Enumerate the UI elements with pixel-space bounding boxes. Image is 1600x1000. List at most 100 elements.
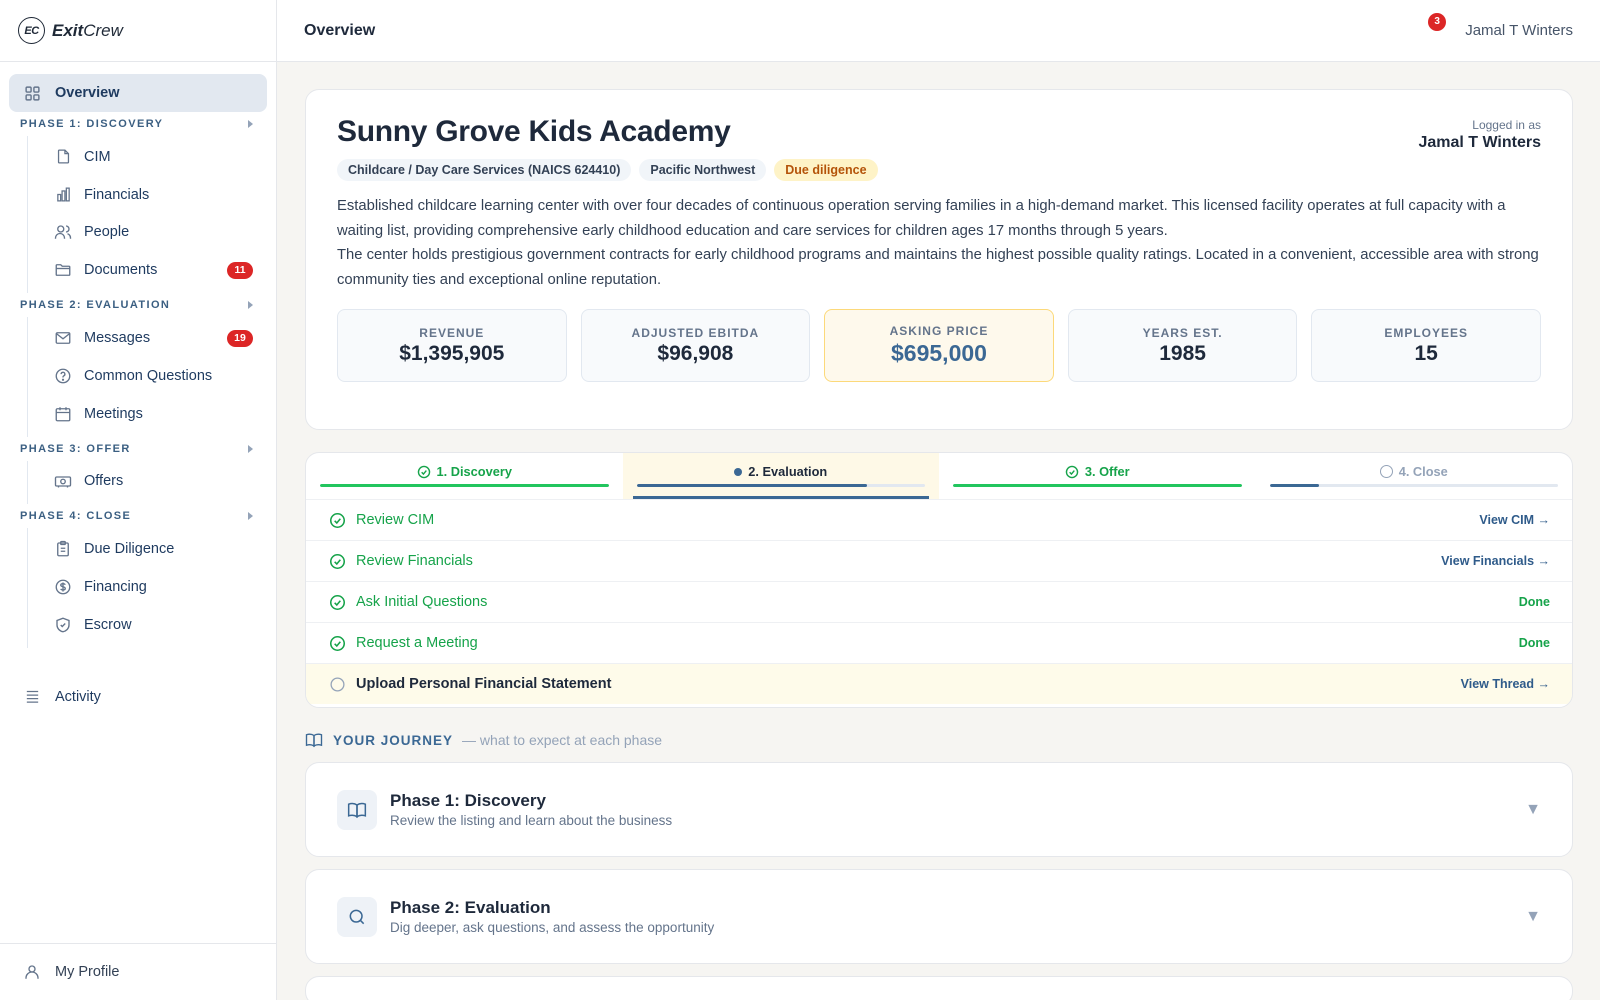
sidebar-item-messages[interactable]: Messages 19 [28, 319, 267, 357]
step-discovery[interactable]: 1. Discovery [306, 453, 623, 499]
chevron-down-icon[interactable]: ▼ [1525, 908, 1541, 926]
empty-circle-icon [1379, 465, 1393, 478]
phase-stepper: 1. Discovery 2. Evaluation 3. Offer 4. C… [306, 453, 1572, 499]
sidebar-item-label: Activity [55, 688, 101, 705]
journey-title: YOUR JOURNEY [333, 732, 454, 748]
step-evaluation[interactable]: 2. Evaluation [622, 453, 939, 499]
empty-circle-icon [328, 675, 346, 693]
sidebar-item-label: Documents [84, 262, 158, 279]
sidebar-item-my-profile[interactable]: My Profile [0, 943, 277, 1000]
question-icon [54, 367, 72, 385]
phase-accordion-evaluation[interactable]: Phase 2: Evaluation Dig deeper, ask ques… [305, 869, 1573, 964]
phase-description: Review the listing and learn about the b… [390, 813, 673, 828]
task-label: Review CIM [356, 512, 435, 528]
active-step-underline [632, 496, 929, 499]
calendar-icon [54, 405, 72, 423]
logged-in-info: Logged in as Jamal T Winters [1418, 118, 1541, 152]
stat-label: REVENUE [419, 325, 485, 340]
sidebar-item-label: Due Diligence [84, 541, 175, 558]
phase-4-title: PHASE 4: CLOSE [20, 510, 132, 523]
sidebar-item-activity[interactable]: Activity [9, 678, 267, 716]
book-icon [305, 731, 323, 749]
business-summary-card: Sunny Grove Kids Academy Logged in as Ja… [305, 89, 1573, 430]
sidebar-item-escrow[interactable]: Escrow [28, 606, 267, 644]
sidebar-item-overview[interactable]: Overview [9, 74, 267, 112]
sidebar-item-label: CIM [84, 148, 111, 165]
stat-value: $695,000 [891, 340, 987, 366]
list-icon [23, 688, 41, 706]
shield-icon [54, 616, 72, 634]
messages-count-badge: 19 [227, 329, 253, 347]
caret-right-icon [248, 444, 253, 453]
phase-4-group: Due Diligence Financing Escrow [27, 528, 267, 648]
step-label: 3. Offer [1084, 464, 1130, 479]
page-title: Overview [304, 21, 376, 39]
folder-icon [54, 261, 72, 279]
task-list: Review CIM View CIM → Review Financials … [306, 499, 1572, 704]
book-icon [337, 789, 377, 830]
task-status: Done [1518, 595, 1550, 609]
sidebar-item-label: Offers [84, 473, 124, 490]
stat-years-established: YEARS EST. 1985 [1067, 309, 1298, 382]
step-progress-fill [1269, 484, 1319, 487]
phase-1-header[interactable]: PHASE 1: DISCOVERY [9, 112, 267, 136]
sidebar-item-label: Overview [55, 85, 120, 101]
task-row: Review Financials View Financials → [306, 540, 1572, 581]
main-content: Sunny Grove Kids Academy Logged in as Ja… [305, 89, 1573, 1000]
sidebar-item-people[interactable]: People [28, 214, 267, 252]
sidebar-item-common-questions[interactable]: Common Questions [28, 357, 267, 395]
grid-icon [23, 84, 41, 102]
phase-3-header[interactable]: PHASE 3: OFFER [9, 437, 267, 461]
sidebar-item-label: Financials [84, 186, 150, 203]
task-row: Request a Meeting Done [306, 622, 1572, 663]
view-thread-link[interactable]: View Thread → [1461, 677, 1550, 691]
phase-accordion-next[interactable] [305, 976, 1573, 1000]
sidebar-item-financing[interactable]: Financing [28, 568, 267, 606]
phase-text: Phase 2: Evaluation Dig deeper, ask ques… [390, 898, 1525, 935]
step-label: 2. Evaluation [748, 464, 828, 479]
caret-right-icon [248, 120, 253, 128]
phase-accordion-discovery[interactable]: Phase 1: Discovery Review the listing an… [305, 762, 1573, 857]
stat-value: $96,908 [657, 341, 734, 365]
sidebar-item-due-diligence[interactable]: Due Diligence [28, 530, 267, 568]
task-label: Review Financials [356, 553, 473, 569]
phase-1-group: CIM Financials People Documents 11 [27, 136, 267, 294]
step-progress-bar [636, 484, 925, 487]
task-label: Upload Personal Financial Statement [356, 676, 612, 692]
caret-right-icon [248, 512, 253, 521]
stat-label: ADJUSTED EBITDA [631, 325, 760, 340]
step-close[interactable]: 4. Close [1256, 453, 1573, 499]
phase-4-header[interactable]: PHASE 4: CLOSE [9, 504, 267, 528]
notification-count-badge: 3 [1428, 12, 1447, 31]
clipboard-icon [54, 540, 72, 558]
journey-subtitle: — what to expect at each phase [462, 732, 663, 748]
sidebar-item-documents[interactable]: Documents 11 [28, 251, 267, 289]
chevron-down-icon[interactable]: ▼ [1525, 801, 1541, 819]
phase-2-header[interactable]: PHASE 2: EVALUATION [9, 293, 267, 317]
sidebar-item-offers[interactable]: Offers [28, 463, 267, 501]
view-cim-link[interactable]: View CIM → [1479, 513, 1550, 527]
stat-label: YEARS EST. [1142, 325, 1223, 340]
sidebar-item-cim[interactable]: CIM [28, 138, 267, 176]
brand-name: ExitCrew [52, 20, 123, 40]
mail-icon [54, 329, 72, 347]
brand[interactable]: EC ExitCrew [0, 0, 276, 62]
sidebar-item-label: People [84, 224, 130, 241]
search-icon [337, 896, 377, 937]
view-financials-link[interactable]: View Financials → [1441, 554, 1550, 568]
step-label-wrap: 1. Discovery [417, 464, 512, 479]
notifications-button[interactable]: 3 [1428, 12, 1449, 41]
sidebar-item-meetings[interactable]: Meetings [28, 395, 267, 433]
check-circle-icon [328, 511, 346, 529]
description-paragraph: The center holds prestigious government … [337, 247, 1539, 288]
industry-tag: Childcare / Day Care Services (NAICS 624… [337, 159, 632, 181]
step-offer[interactable]: 3. Offer [939, 453, 1256, 499]
phase-name: Phase 1: Discovery [390, 791, 546, 810]
header-user-name[interactable]: Jamal T Winters [1465, 22, 1573, 39]
business-name: Sunny Grove Kids Academy [337, 115, 731, 148]
sidebar-item-financials[interactable]: Financials [28, 176, 267, 214]
task-status: Done [1518, 636, 1550, 650]
task-label: Request a Meeting [356, 635, 478, 651]
phase-description: Dig deeper, ask questions, and assess th… [390, 920, 715, 935]
documents-count-badge: 11 [227, 261, 253, 279]
